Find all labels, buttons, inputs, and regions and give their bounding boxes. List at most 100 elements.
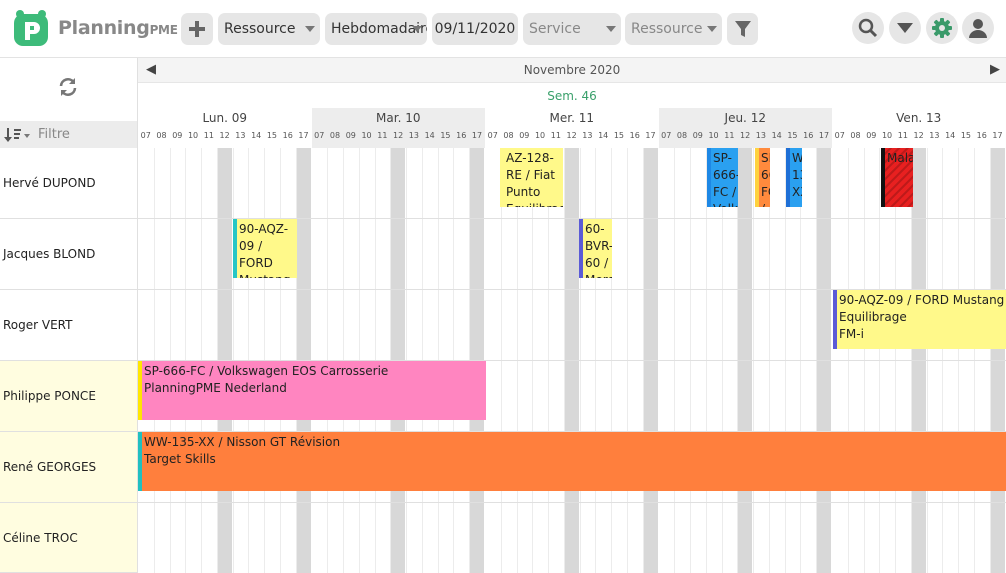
event-color-bar	[579, 219, 583, 278]
user-icon	[969, 19, 987, 38]
planning-event[interactable]: SP- 66 FC /	[755, 148, 770, 207]
event-color-bar	[786, 148, 790, 207]
chevron-down-icon	[606, 26, 616, 32]
event-text: SP-	[761, 151, 770, 165]
resource-name: Hervé DUPOND	[3, 176, 96, 190]
period-select[interactable]: Hebdomadaire	[325, 13, 427, 45]
planning-event[interactable]: 60- BVR- 60 / Merc	[579, 219, 612, 278]
hour-label: 09	[692, 131, 703, 140]
day-header: Mar. 10	[311, 108, 485, 128]
date-input[interactable]: 09/11/2020	[432, 13, 518, 45]
hour-label: 11	[203, 131, 214, 140]
event-text: FORD	[239, 256, 273, 270]
chevron-down-icon	[305, 26, 315, 32]
filter-button[interactable]	[727, 13, 758, 45]
hour-label: 12	[740, 131, 751, 140]
week-label: Sem. 46	[547, 89, 597, 103]
resource-row[interactable]: René GEORGES	[0, 432, 138, 503]
hour-label: 16	[803, 131, 814, 140]
menu-dropdown-button[interactable]	[889, 12, 921, 44]
plus-icon	[189, 21, 205, 37]
hour-label: 12	[566, 131, 577, 140]
resource-filter-select[interactable]: Ressource	[625, 13, 722, 45]
app-logo[interactable]: PlanningPME	[12, 8, 178, 48]
hour-label: 14	[251, 131, 262, 140]
resource-row[interactable]: Céline TROC	[0, 503, 138, 573]
settings-button[interactable]	[926, 12, 958, 44]
hour-label: 07	[487, 131, 498, 140]
resource-row[interactable]: Jacques BLOND	[0, 219, 138, 290]
hour-label: 11	[377, 131, 388, 140]
chevron-down-icon	[897, 23, 913, 33]
event-color-bar	[881, 148, 885, 207]
hour-label: 13	[929, 131, 940, 140]
event-text: 666-	[713, 168, 738, 182]
event-color-bar	[500, 148, 504, 207]
resource-filter-value: Ressource	[631, 21, 703, 37]
hour-label: 12	[393, 131, 404, 140]
resource-row[interactable]: Roger VERT	[0, 290, 138, 361]
planning-event[interactable]: W 13 XX	[786, 148, 802, 207]
planning-event[interactable]: SP- 666- FC / Volks	[707, 148, 738, 207]
hour-label: 10	[708, 131, 719, 140]
add-button[interactable]	[181, 13, 213, 45]
hour-label: 07	[314, 131, 325, 140]
event-text: FC	[761, 185, 770, 199]
gear-icon	[932, 18, 952, 38]
hour-label: 16	[282, 131, 293, 140]
hour-label: 16	[976, 131, 987, 140]
filter-input[interactable]: Filtre	[38, 127, 70, 142]
view-type-select[interactable]: Ressource	[218, 13, 320, 45]
search-button[interactable]	[852, 12, 884, 44]
hour-label: 14	[771, 131, 782, 140]
event-text: PlanningPME Nederland	[144, 381, 287, 395]
planning-grid[interactable]: AZ-128-RE / FiatPuntoEquilibrageSP-666-F…	[138, 148, 1006, 573]
event-text: 60-	[585, 222, 605, 236]
hour-label: 13	[235, 131, 246, 140]
service-filter-value: Service	[529, 21, 581, 37]
resource-row[interactable]: Philippe PONCE	[0, 361, 138, 432]
event-text: Mala	[887, 151, 913, 165]
sort-button[interactable]	[0, 121, 34, 148]
event-text: RE / Fiat	[506, 168, 556, 182]
resource-row[interactable]: Hervé DUPOND	[0, 148, 138, 219]
event-text: 90-AQZ-09 / FORD Mustang	[839, 293, 1005, 307]
hour-label: 10	[187, 131, 199, 140]
hour-label: 11	[550, 131, 561, 140]
hour-label: 08	[676, 131, 688, 140]
hour-label: 12	[913, 131, 924, 140]
view-type-value: Ressource	[224, 21, 296, 37]
refresh-button[interactable]	[57, 76, 79, 101]
hour-label: 14	[945, 131, 956, 140]
week-header: Sem. 46	[138, 84, 1006, 108]
planning-event[interactable]: AZ-128- RE / Fiat Punto Equilibrage	[500, 148, 563, 207]
planning-event[interactable]: SP-666-FC / Volkswagen EOS Carrosserie Pl…	[138, 361, 486, 420]
event-color-bar	[833, 290, 837, 349]
event-text: XX	[792, 185, 802, 199]
planning-event[interactable]: 90-AQZ-09 / FORD Mustang Equilibrage FM-i	[833, 290, 1006, 349]
planning-event[interactable]: Mala	[881, 148, 913, 207]
hour-label: 09	[866, 131, 877, 140]
sort-icon	[4, 127, 30, 142]
event-color-bar	[707, 148, 711, 207]
event-text: 13	[792, 168, 802, 182]
hour-label: 07	[140, 131, 151, 140]
event-text: AZ-128-	[506, 151, 554, 165]
planning-event[interactable]: 90-AQZ- 09 / FORD Mustang	[233, 219, 297, 278]
service-filter-select[interactable]: Service	[523, 13, 621, 45]
next-period-button[interactable]: ▶	[990, 62, 1000, 77]
hour-label: 14	[424, 131, 435, 140]
day-header: Ven. 13	[832, 108, 1006, 128]
hour-label: 08	[850, 131, 861, 140]
hour-label: 16	[629, 131, 640, 140]
hour-label: 07	[834, 131, 845, 140]
hour-label: 15	[613, 131, 625, 140]
event-text: /	[761, 201, 767, 207]
event-text: Equilibrage	[839, 310, 907, 324]
event-text: BVR-	[585, 239, 612, 253]
user-profile-button[interactable]	[962, 12, 994, 44]
month-label: Novembre 2020	[523, 63, 621, 77]
hour-label: 10	[361, 131, 372, 140]
planning-event[interactable]: WW-135-XX / Nisson GT Révision Target Ski…	[138, 432, 1006, 491]
date-value: 09/11/2020	[434, 21, 516, 37]
